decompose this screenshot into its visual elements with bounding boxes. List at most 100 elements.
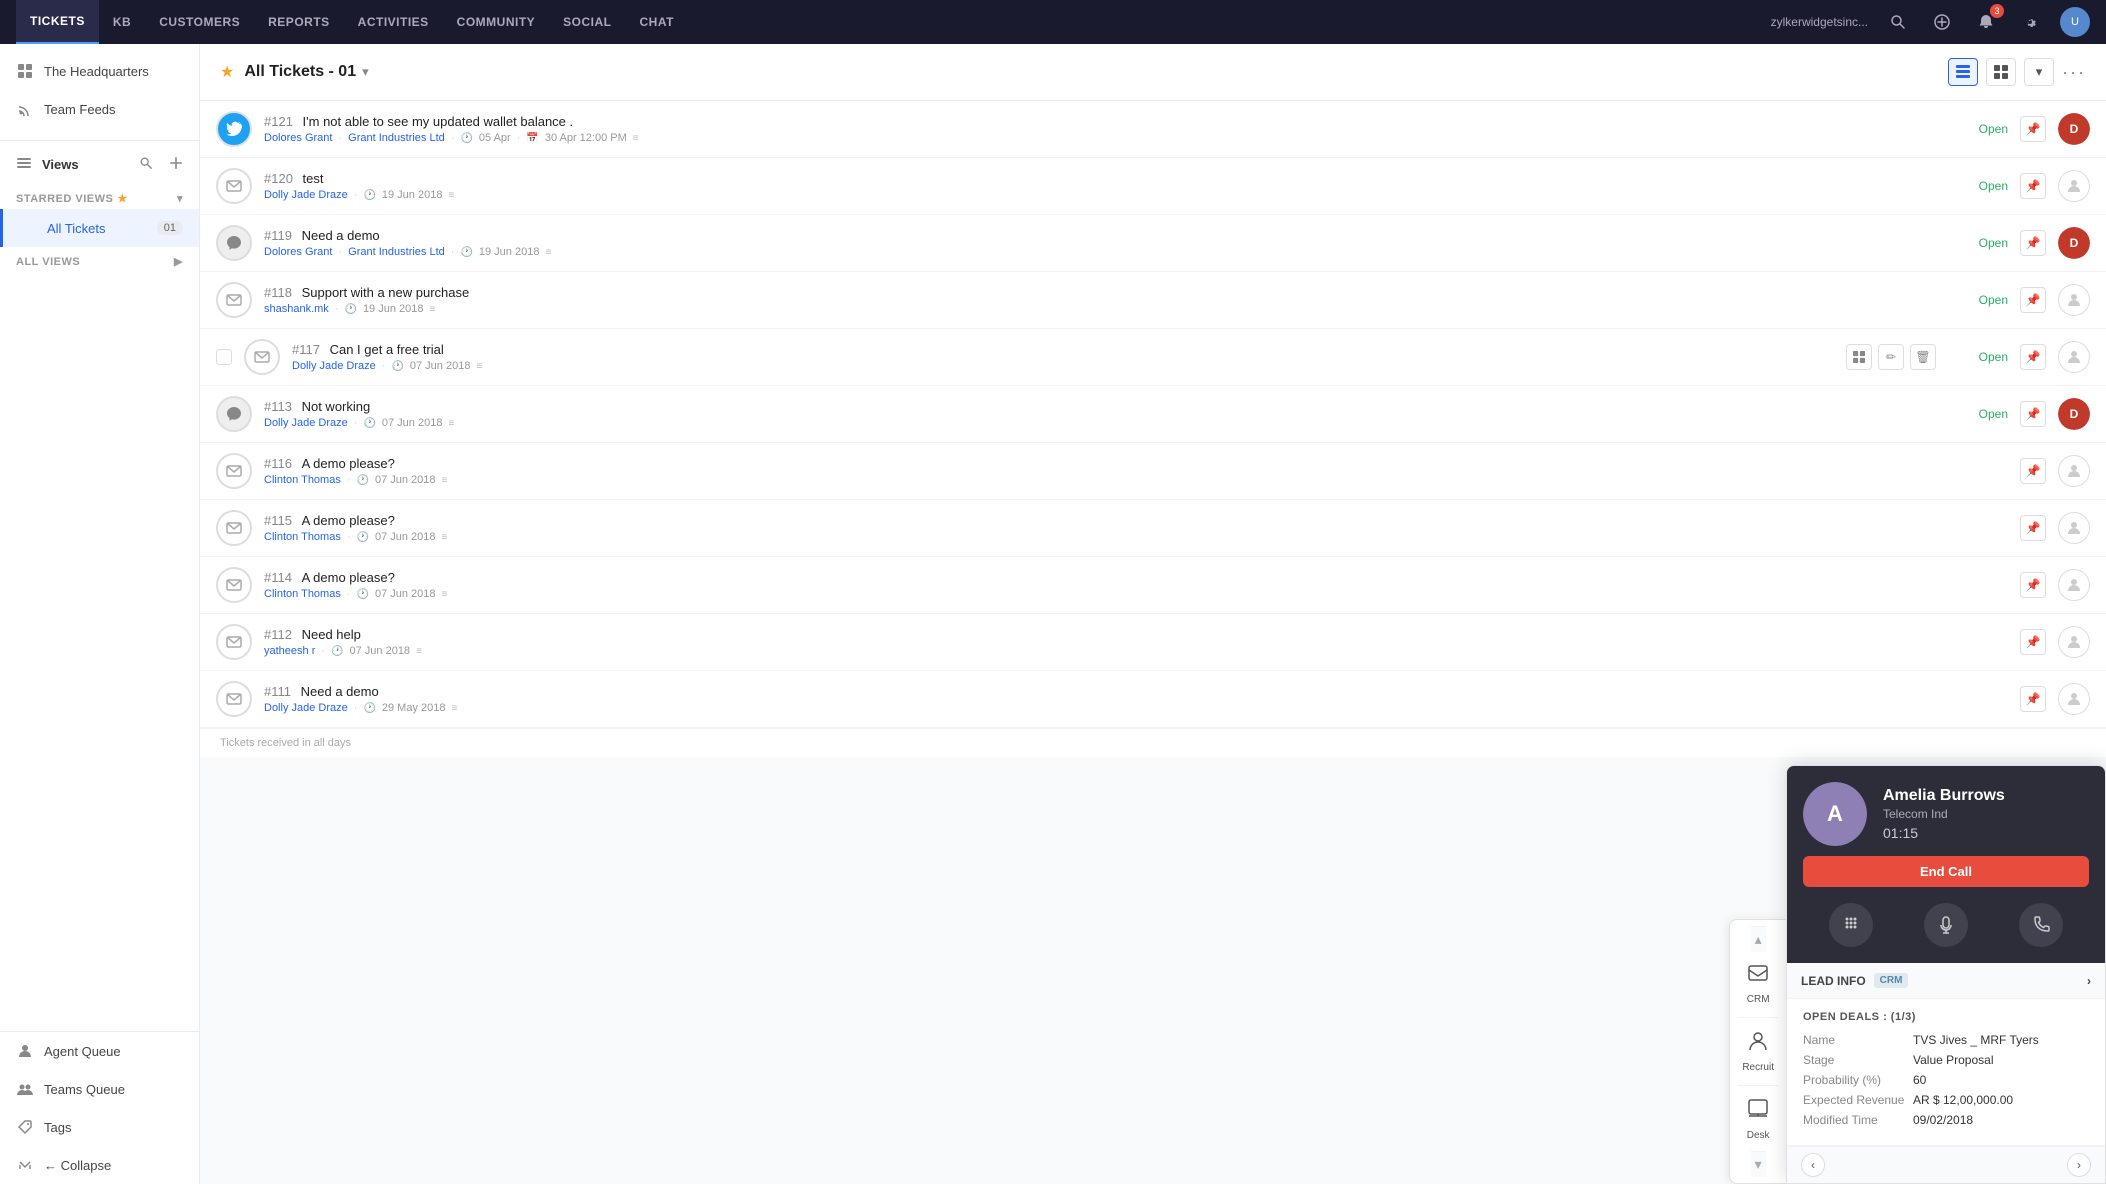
ticket-assign-btn[interactable] (2058, 683, 2090, 715)
table-row[interactable]: #116 A demo please? Clinton Thomas · 🕐 0… (200, 443, 2106, 500)
ticket-pin-btn[interactable]: 📌 (2020, 686, 2046, 712)
customer-name[interactable]: Dolores Grant (264, 246, 332, 258)
ticket-edit-btn[interactable]: ✏ (1878, 344, 1904, 370)
filter-dropdown-btn[interactable]: ▾ (2024, 58, 2054, 86)
company-name[interactable]: Grant Industries Ltd (348, 132, 445, 144)
ticket-assign-btn[interactable] (2058, 170, 2090, 202)
scroll-up-btn[interactable]: ▴ (1751, 926, 1766, 952)
more-options-btn[interactable]: ··· (2062, 62, 2086, 83)
sidebar-collapse-btn[interactable]: ← Collapse (0, 1146, 199, 1184)
table-row[interactable]: #118 Support with a new purchase shashan… (200, 272, 2106, 329)
ticket-assign-btn[interactable] (2058, 512, 2090, 544)
customer-name[interactable]: Clinton Thomas (264, 531, 341, 543)
table-row[interactable]: #111 Need a demo Dolly Jade Draze · 🕐 29… (200, 671, 2106, 728)
ticket-assign-btn[interactable] (2058, 341, 2090, 373)
scroll-down-btn[interactable]: ▾ (1751, 1151, 1766, 1177)
grid-view-btn[interactable] (1986, 58, 2016, 86)
customer-name[interactable]: yatheesh r (264, 645, 315, 657)
ticket-date: 07 Jun 2018 (410, 360, 471, 372)
settings-icon[interactable] (2016, 8, 2044, 36)
user-avatar[interactable]: U (2060, 7, 2090, 37)
call-widget-inner: A Amelia Burrows Telecom Ind 01:15 (1803, 782, 2089, 846)
ticket-pin-btn[interactable]: 📌 (2020, 572, 2046, 598)
customer-name[interactable]: shashank.mk (264, 303, 329, 315)
crm-icon-item[interactable]: CRM (1735, 952, 1782, 1015)
mute-btn[interactable] (1924, 903, 1968, 947)
list-view-btn[interactable] (1948, 58, 1978, 86)
table-row[interactable]: #119 Need a demo Dolores Grant · Grant I… (200, 215, 2106, 272)
ticket-pin-btn[interactable]: 📌 (2020, 344, 2046, 370)
table-row[interactable]: #115 A demo please? Clinton Thomas · 🕐 0… (200, 500, 2106, 557)
table-row[interactable]: #113 Not working Dolly Jade Draze · 🕐 07… (200, 386, 2106, 443)
nav-item-social[interactable]: SOCIAL (549, 0, 625, 44)
customer-name[interactable]: Dolly Jade Draze (264, 417, 348, 429)
ticket-channel-icon (216, 453, 252, 489)
nav-item-reports[interactable]: REPORTS (254, 0, 344, 44)
dialpad-btn[interactable] (1829, 903, 1873, 947)
nav-item-kb[interactable]: KB (99, 0, 145, 44)
top-navigation: TICKETS KB CUSTOMERS REPORTS ACTIVITIES … (0, 0, 2106, 44)
nav-item-tickets[interactable]: TICKETS (16, 0, 99, 44)
views-add-icon[interactable] (169, 156, 183, 173)
nav-item-community[interactable]: COMMUNITY (443, 0, 550, 44)
notifications-icon[interactable]: 3 (1972, 8, 2000, 36)
deals-prev-btn[interactable]: ‹ (1801, 1153, 1825, 1177)
all-views-expand-icon[interactable]: ▶ (174, 255, 183, 268)
sidebar-item-headquarters[interactable]: The Headquarters (0, 52, 199, 90)
deals-next-btn[interactable]: › (2067, 1153, 2091, 1177)
ticket-pin-btn[interactable]: 📌 (2020, 401, 2046, 427)
ticket-checkbox[interactable] (216, 349, 232, 365)
ticket-delete-btn[interactable]: 🗑 (1910, 344, 1936, 370)
ticket-assign-btn[interactable] (2058, 284, 2090, 316)
ticket-view-btn[interactable] (1846, 344, 1872, 370)
company-name[interactable]: Grant Industries Ltd (348, 246, 445, 258)
table-row[interactable]: #117 Can I get a free trial Dolly Jade D… (200, 329, 2106, 386)
ticket-channel-icon (216, 624, 252, 660)
table-row[interactable]: #114 A demo please? Clinton Thomas · 🕐 0… (200, 557, 2106, 614)
nav-item-activities[interactable]: ACTIVITIES (344, 0, 443, 44)
customer-name[interactable]: Dolly Jade Draze (264, 702, 348, 714)
customer-name[interactable]: Dolly Jade Draze (292, 360, 376, 372)
ticket-pin-btn[interactable]: 📌 (2020, 515, 2046, 541)
ticket-pin-btn[interactable]: 📌 (2020, 287, 2046, 313)
ticket-subject: A demo please? (302, 570, 395, 585)
sidebar-item-all-tickets[interactable]: All Tickets 01 (0, 209, 199, 247)
phone-btn[interactable] (2019, 903, 2063, 947)
table-row[interactable]: #120 test Dolly Jade Draze · 🕐 19 Jun 20… (200, 158, 2106, 215)
ticket-pin-btn[interactable]: 📌 (2020, 629, 2046, 655)
customer-name[interactable]: Dolly Jade Draze (264, 189, 348, 201)
desk-label: Desk (1747, 1130, 1770, 1141)
end-call-button[interactable]: End Call (1803, 856, 2089, 887)
add-icon[interactable] (1928, 8, 1956, 36)
desk-icon-item[interactable]: Desk (1735, 1088, 1782, 1151)
crm-info-header[interactable]: LEAD INFO CRM › (1787, 963, 2105, 999)
sidebar-item-teams-queue[interactable]: Teams Queue (0, 1070, 199, 1108)
recruit-icon-item[interactable]: Recruit (1730, 1020, 1786, 1083)
ticket-pin-btn[interactable]: 📌 (2020, 230, 2046, 256)
ticket-pin-btn[interactable]: 📌 (2020, 116, 2046, 142)
views-header[interactable]: Views (0, 145, 199, 184)
ticket-pin-btn[interactable]: 📌 (2020, 173, 2046, 199)
ticket-assign-btn[interactable] (2058, 569, 2090, 601)
separator: · (354, 189, 358, 201)
views-search-icon[interactable] (139, 156, 153, 173)
ticket-pin-btn[interactable]: 📌 (2020, 458, 2046, 484)
ticket-assign-btn[interactable] (2058, 626, 2090, 658)
tickets-dropdown-icon[interactable]: ▾ (362, 64, 369, 80)
starred-views-collapse-icon[interactable]: ▾ (177, 192, 183, 205)
sidebar-item-teamfeeds[interactable]: Team Feeds (0, 90, 199, 128)
customer-name[interactable]: Clinton Thomas (264, 474, 341, 486)
nav-item-customers[interactable]: CUSTOMERS (145, 0, 254, 44)
ticket-assign-btn[interactable] (2058, 455, 2090, 487)
customer-name[interactable]: Dolores Grant (264, 132, 332, 144)
search-icon[interactable] (1884, 8, 1912, 36)
nav-item-chat[interactable]: CHAT (626, 0, 688, 44)
table-row[interactable]: #121 I'm not able to see my updated wall… (200, 101, 2106, 158)
deal-label-name: Name (1803, 1033, 1913, 1047)
customer-name[interactable]: Clinton Thomas (264, 588, 341, 600)
sidebar-item-agent-queue[interactable]: Agent Queue (0, 1032, 199, 1070)
sidebar-item-tags[interactable]: Tags (0, 1108, 199, 1146)
ticket-subject: Can I get a free trial (330, 342, 444, 357)
ticket-list: #121 I'm not able to see my updated wall… (200, 101, 2106, 728)
table-row[interactable]: #112 Need help yatheesh r · 🕐 07 Jun 201… (200, 614, 2106, 671)
